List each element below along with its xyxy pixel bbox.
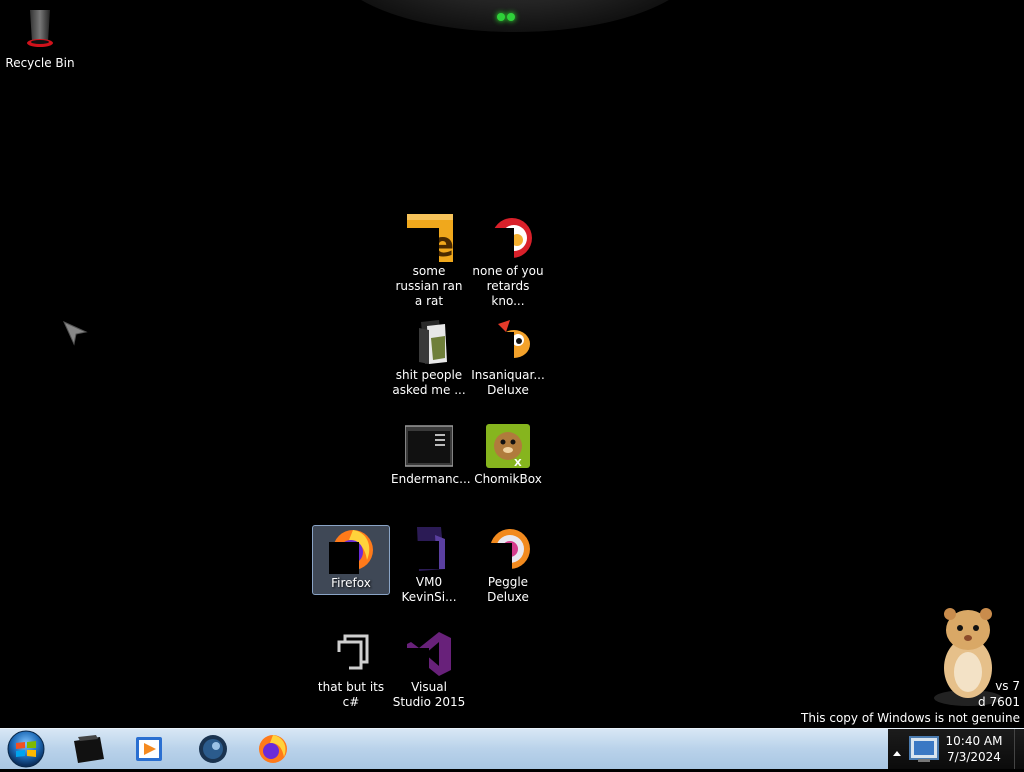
desktop-icon-label: ChomikBox: [474, 472, 542, 486]
taskbar-explorer-button[interactable]: [62, 731, 116, 767]
desktop-icon-label: some russian ran a rat: [395, 264, 463, 308]
media-player-icon: [132, 733, 166, 765]
svg-text:X: X: [514, 458, 522, 469]
desktop-icon-some-russian[interactable]: e some russian ran a rat: [389, 214, 469, 309]
desktop-icon-label: that but its c#: [317, 680, 385, 709]
desktop-icon-visual-studio[interactable]: Visual Studio 2015: [389, 630, 469, 710]
firefox-icon: [256, 733, 290, 765]
desktop-icon-recycle-bin[interactable]: Recycle Bin: [0, 6, 80, 71]
start-button[interactable]: [4, 730, 48, 768]
clock-date: 7/3/2024: [947, 750, 1001, 764]
desktop-icon-insaniquarium[interactable]: Insaniquar... Deluxe: [468, 318, 548, 398]
mouse-cursor-icon: [62, 320, 90, 352]
desktop-icon-label: Recycle Bin: [5, 56, 75, 70]
clock-time: 10:40 AM: [945, 734, 1003, 748]
desktop-icon-vm0[interactable]: VM0 KevinSi...: [389, 525, 469, 605]
desktop[interactable]: Recycle Bin e some russian ran a rat non…: [0, 0, 1024, 728]
visual-studio-icon: [405, 630, 453, 678]
desktop-icon-shit-people[interactable]: shit people asked me ...: [389, 318, 469, 398]
watermark-line-1: vs 7: [995, 679, 1020, 693]
watermark-line-3: This copy of Windows is not genuine: [801, 711, 1020, 725]
desktop-icon-peggle[interactable]: Peggle Deluxe: [468, 525, 548, 605]
taskbar-clock[interactable]: 10:40 AM 7/3/2024: [944, 733, 1004, 765]
desktop-icon-endermanch[interactable]: Endermanc...: [389, 422, 471, 487]
taskbar-steam-button[interactable]: [186, 731, 240, 767]
taskbar-firefox-button[interactable]: [246, 731, 300, 767]
desktop-icon-label: Firefox: [331, 576, 371, 590]
explorer-icon: [72, 733, 106, 765]
taskbar: [0, 728, 1024, 769]
taskbar-media-player-button[interactable]: [122, 731, 176, 767]
chomikbox-icon: X: [484, 422, 532, 470]
vm-file-icon: [405, 525, 453, 573]
desktop-icon-chomikbox[interactable]: X ChomikBox: [468, 422, 548, 487]
watermark-line-2: d 7601: [978, 695, 1020, 709]
zuma-app-icon: [484, 214, 532, 262]
desktop-icon-label: Visual Studio 2015: [392, 680, 466, 709]
desktop-icon-label: Endermanc...: [391, 472, 471, 486]
show-hidden-icons-button[interactable]: [892, 743, 902, 762]
desktop-icon-label: Peggle Deluxe: [487, 575, 529, 604]
windows-activation-watermark: vs 7 d 7601 This copy of Windows is not …: [801, 678, 1020, 726]
desktop-icon-firefox[interactable]: Firefox: [312, 525, 390, 595]
script-file-icon: e: [405, 214, 454, 265]
insaniquarium-icon: [484, 318, 532, 366]
network-tray-icon[interactable]: [908, 733, 940, 765]
steam-icon: [196, 733, 230, 765]
desktop-icon-label: shit people asked me ...: [392, 368, 466, 397]
desktop-icon-that-but-its-cs[interactable]: that but its c#: [311, 630, 391, 710]
show-desktop-button[interactable]: [1014, 729, 1024, 769]
wallpaper-green-lights: [496, 6, 528, 21]
recycle-bin-icon: [16, 6, 64, 54]
desktop-icon-none-of-you[interactable]: none of you retards kno...: [468, 214, 548, 309]
desktop-icon-label: VM0 KevinSi...: [401, 575, 457, 604]
peggle-icon: [484, 525, 532, 573]
terminal-window-icon: [404, 422, 454, 470]
desktop-icon-label: Insaniquar... Deluxe: [471, 368, 545, 397]
firefox-icon: [327, 526, 375, 574]
desktop-icon-label: none of you retards kno...: [472, 264, 544, 308]
shortcut-stack-icon: [327, 630, 375, 678]
folder-icon: [405, 318, 453, 366]
